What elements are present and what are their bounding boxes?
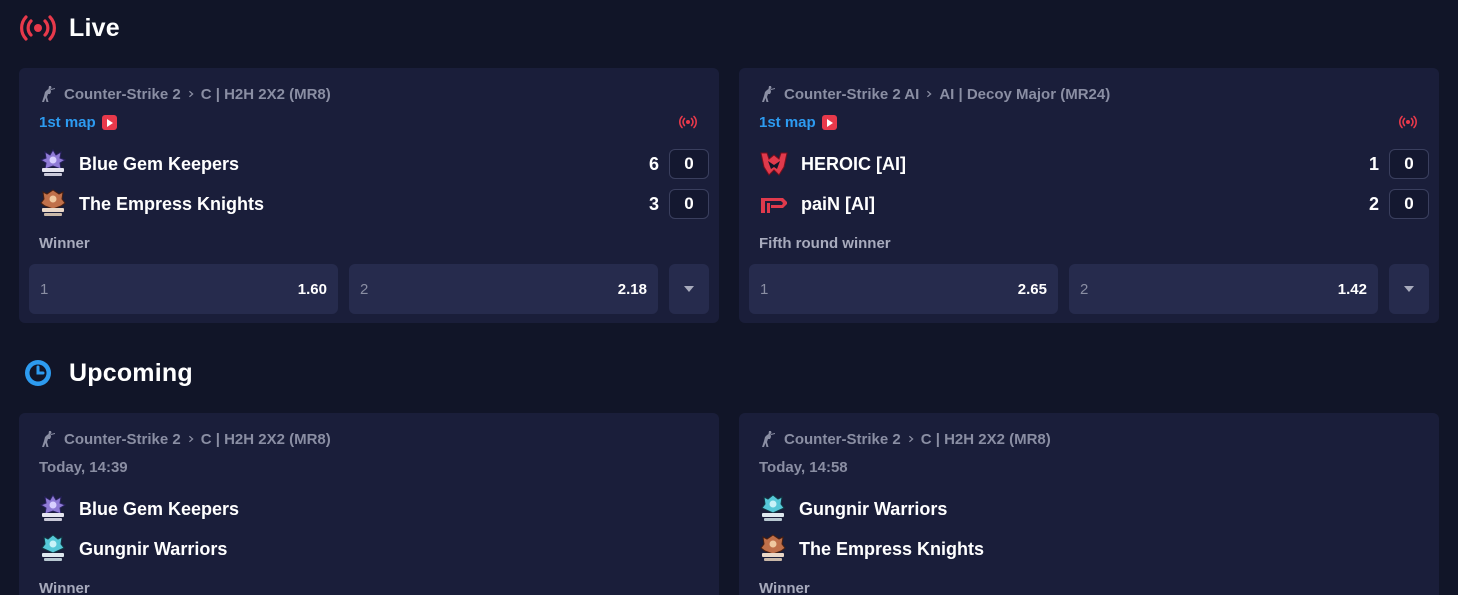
market-name: Winner bbox=[39, 235, 90, 252]
gungnir-warriors-logo-icon bbox=[759, 494, 787, 524]
odd-button-1[interactable]: 1 2.65 bbox=[749, 264, 1058, 314]
odd-label: 1 bbox=[760, 280, 769, 298]
live-match-card[interactable]: Counter-Strike 2 AI AI | Decoy Major (MR… bbox=[739, 68, 1439, 323]
team-name: Blue Gem Keepers bbox=[79, 153, 240, 174]
map-score-box: 0 bbox=[1389, 149, 1429, 179]
upcoming-match-card[interactable]: Counter-Strike 2 C | H2H 2X2 (MR8) Today… bbox=[19, 413, 719, 595]
live-section-header: Live bbox=[20, 10, 120, 46]
chevron-right-icon bbox=[187, 90, 195, 98]
team-score: 1 bbox=[1368, 154, 1379, 174]
breadcrumb: Counter-Strike 2 C | H2H 2X2 (MR8) bbox=[39, 429, 331, 449]
live-match-card[interactable]: Counter-Strike 2 C | H2H 2X2 (MR8) 1st m… bbox=[19, 68, 719, 323]
team-row: Gungnir Warriors bbox=[759, 493, 947, 525]
team-row: HEROIC [AI] bbox=[759, 148, 906, 180]
live-indicator-icon bbox=[679, 115, 697, 129]
odd-button-2[interactable]: 2 1.42 bbox=[1069, 264, 1378, 314]
breadcrumb-tournament[interactable]: C | H2H 2X2 (MR8) bbox=[921, 431, 1051, 448]
blue-gem-keepers-logo-icon bbox=[39, 494, 67, 524]
team-score: 3 bbox=[648, 194, 659, 214]
upcoming-section-header: Upcoming bbox=[20, 355, 193, 391]
counter-strike-icon bbox=[759, 430, 777, 448]
breadcrumb-game[interactable]: Counter-Strike 2 bbox=[784, 431, 901, 448]
market-name: Fifth round winner bbox=[759, 235, 891, 252]
breadcrumb-tournament[interactable]: C | H2H 2X2 (MR8) bbox=[201, 86, 331, 103]
team-row: paiN [AI] bbox=[759, 188, 875, 220]
stream-play-icon[interactable] bbox=[821, 115, 837, 130]
empress-knights-logo-icon bbox=[759, 534, 787, 564]
heroic-logo-icon bbox=[759, 149, 789, 179]
odd-label: 1 bbox=[40, 280, 49, 298]
breadcrumb: Counter-Strike 2 C | H2H 2X2 (MR8) bbox=[39, 84, 331, 104]
team-row: The Empress Knights bbox=[759, 533, 984, 565]
gungnir-warriors-logo-icon bbox=[39, 534, 67, 564]
team-name: Blue Gem Keepers bbox=[79, 498, 240, 519]
map-score-box: 0 bbox=[1389, 189, 1429, 219]
odd-label: 2 bbox=[360, 280, 369, 298]
chevron-right-icon bbox=[187, 435, 195, 443]
team-name: Gungnir Warriors bbox=[79, 538, 228, 559]
clock-icon bbox=[20, 355, 56, 391]
team-score: 2 bbox=[1368, 194, 1379, 214]
odd-button-1[interactable]: 1 1.60 bbox=[29, 264, 338, 314]
map-indicator: 1st map bbox=[759, 114, 837, 131]
map-score-box: 0 bbox=[669, 189, 709, 219]
stream-play-icon[interactable] bbox=[101, 115, 117, 130]
counter-strike-icon bbox=[39, 85, 57, 103]
match-start-time: Today, 14:39 bbox=[39, 459, 128, 476]
chevron-right-icon bbox=[925, 90, 933, 98]
breadcrumb-game[interactable]: Counter-Strike 2 bbox=[64, 86, 181, 103]
pain-logo-icon bbox=[759, 189, 789, 219]
match-start-time: Today, 14:58 bbox=[759, 459, 848, 476]
market-name: Winner bbox=[39, 580, 90, 595]
section-title-live: Live bbox=[69, 13, 120, 42]
empress-knights-logo-icon bbox=[39, 189, 67, 219]
map-label: 1st map bbox=[759, 114, 816, 131]
caret-down-icon bbox=[684, 286, 694, 292]
odd-value: 1.60 bbox=[297, 280, 327, 298]
caret-down-icon bbox=[1404, 286, 1414, 292]
counter-strike-icon bbox=[39, 430, 57, 448]
more-markets-button[interactable] bbox=[1389, 264, 1429, 314]
team-name: paiN [AI] bbox=[801, 193, 875, 214]
map-indicator: 1st map bbox=[39, 114, 117, 131]
breadcrumb: Counter-Strike 2 AI AI | Decoy Major (MR… bbox=[759, 84, 1110, 104]
team-name: Gungnir Warriors bbox=[799, 498, 948, 519]
live-indicator-icon bbox=[1399, 115, 1417, 129]
counter-strike-icon bbox=[759, 85, 777, 103]
breadcrumb-game[interactable]: Counter-Strike 2 AI bbox=[784, 86, 919, 103]
blue-gem-keepers-logo-icon bbox=[39, 149, 67, 179]
team-name: The Empress Knights bbox=[79, 193, 265, 214]
odd-label: 2 bbox=[1080, 280, 1089, 298]
upcoming-match-card[interactable]: Counter-Strike 2 C | H2H 2X2 (MR8) Today… bbox=[739, 413, 1439, 595]
breadcrumb-game[interactable]: Counter-Strike 2 bbox=[64, 431, 181, 448]
odd-value: 1.42 bbox=[1337, 280, 1367, 298]
map-score-box: 0 bbox=[669, 149, 709, 179]
team-name: HEROIC [AI] bbox=[801, 153, 906, 174]
section-title-upcoming: Upcoming bbox=[69, 358, 193, 387]
team-row: Blue Gem Keepers bbox=[39, 493, 239, 525]
odd-value: 2.65 bbox=[1017, 280, 1047, 298]
odd-value: 2.18 bbox=[617, 280, 647, 298]
chevron-right-icon bbox=[907, 435, 915, 443]
team-name: The Empress Knights bbox=[799, 538, 985, 559]
team-score: 6 bbox=[648, 154, 659, 174]
team-row: The Empress Knights bbox=[39, 188, 264, 220]
live-broadcast-icon bbox=[20, 10, 56, 46]
map-label: 1st map bbox=[39, 114, 96, 131]
odd-button-2[interactable]: 2 2.18 bbox=[349, 264, 658, 314]
more-markets-button[interactable] bbox=[669, 264, 709, 314]
team-row: Blue Gem Keepers bbox=[39, 148, 239, 180]
market-name: Winner bbox=[759, 580, 810, 595]
breadcrumb-tournament[interactable]: C | H2H 2X2 (MR8) bbox=[201, 431, 331, 448]
team-row: Gungnir Warriors bbox=[39, 533, 227, 565]
breadcrumb-tournament[interactable]: AI | Decoy Major (MR24) bbox=[939, 86, 1110, 103]
breadcrumb: Counter-Strike 2 C | H2H 2X2 (MR8) bbox=[759, 429, 1051, 449]
